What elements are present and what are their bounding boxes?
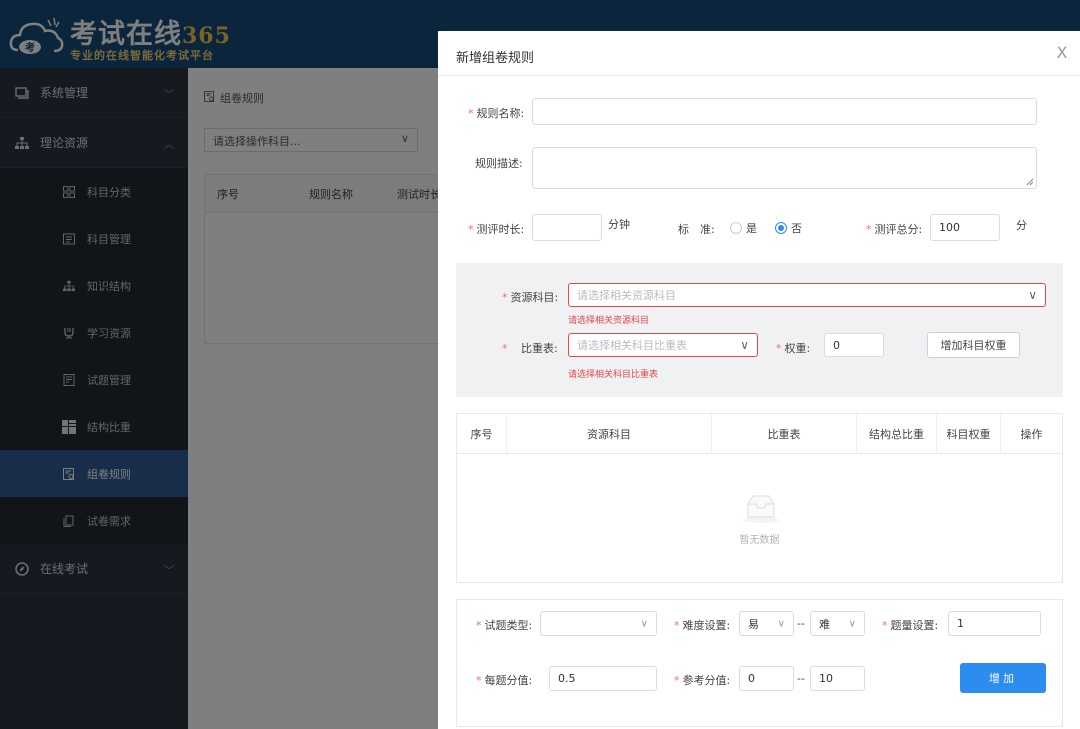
resource-error-msg: 请选择相关资源科目 <box>568 316 650 326</box>
ratio-error-msg: 请选择相关科目比重表 <box>568 370 659 380</box>
difficulty-to-select[interactable]: 难 ∨ <box>810 611 865 636</box>
score-each-label: * 每题分值: <box>476 674 533 687</box>
total-score-label: * 测评总分: <box>866 223 923 236</box>
standard-no-radio[interactable]: 否 <box>775 220 802 236</box>
qtype-label: * 试题类型: <box>476 619 533 632</box>
ref-score-separator: -- <box>797 672 805 685</box>
divider <box>438 75 1080 76</box>
col-header: 序号 <box>457 414 507 453</box>
resource-subject-label: * 资源科目: <box>502 291 559 304</box>
subject-weight-table: 序号 资源科目 比重表 结构总比重 科目权重 操作 暂无数据 <box>456 413 1063 583</box>
difficulty-label: * 难度设置: <box>674 619 731 632</box>
chevron-down-icon: ∨ <box>740 338 749 352</box>
rule-desc-label: 规则描述: <box>475 157 523 170</box>
chevron-down-icon: ∨ <box>640 618 648 629</box>
table-header: 序号 资源科目 比重表 结构总比重 科目权重 操作 <box>457 414 1062 454</box>
count-input[interactable]: 1 <box>948 611 1041 636</box>
difficulty-from-select[interactable]: 易 ∨ <box>739 611 794 636</box>
score-each-input[interactable]: 0.5 <box>549 666 657 691</box>
chevron-down-icon: ∨ <box>848 618 856 629</box>
ratio-label: * 比重表: <box>502 342 558 355</box>
col-header: 资源科目 <box>507 414 712 453</box>
duration-input[interactable] <box>532 214 602 241</box>
close-icon[interactable]: X <box>1052 43 1072 63</box>
chevron-down-icon: ∨ <box>1028 288 1037 302</box>
count-label: * 题量设置: <box>882 619 939 632</box>
qtype-select[interactable]: ∨ <box>540 611 657 636</box>
ref-score-to-input[interactable]: 10 <box>810 666 865 691</box>
col-header: 操作 <box>1020 427 1043 441</box>
rule-name-input[interactable] <box>532 98 1037 125</box>
add-button[interactable]: 增加 <box>960 663 1046 693</box>
total-score-unit: 分 <box>1016 219 1027 232</box>
standard-yes-radio[interactable]: 是 <box>730 220 757 236</box>
empty-state: 暂无数据 <box>457 454 1062 582</box>
col-header: 比重表 <box>712 414 857 453</box>
ref-score-label: * 参考分值: <box>674 674 731 687</box>
weight-label: * 权重: <box>776 342 811 355</box>
weight-input[interactable]: 0 <box>824 333 884 357</box>
rule-desc-textarea[interactable] <box>532 147 1037 189</box>
resize-handle-icon[interactable] <box>1026 178 1034 186</box>
dialog-title: 新增组卷规则 <box>456 51 535 66</box>
standard-label: 标 准: <box>678 223 715 236</box>
rule-name-label: * 规则名称: <box>468 107 525 120</box>
duration-label: * 测评时长: <box>468 223 525 236</box>
duration-unit: 分钟 <box>608 218 630 231</box>
add-rule-dialog: 新增组卷规则 X * 规则名称: 规则描述: * 测评时长: 分钟 标 准: 是 否… <box>438 31 1080 729</box>
empty-inbox-icon <box>743 495 779 523</box>
ref-score-from-input[interactable]: 0 <box>739 666 794 691</box>
ratio-select[interactable]: 请选择相关科目比重表 ∨ <box>568 333 758 357</box>
resource-subject-select[interactable]: 请选择相关资源科目 ∨ <box>568 283 1046 307</box>
difficulty-separator: -- <box>797 617 805 630</box>
col-header: 科目权重 <box>937 414 1001 453</box>
empty-text: 暂无数据 <box>739 535 780 546</box>
total-score-input[interactable]: 100 <box>930 214 1000 241</box>
chevron-down-icon: ∨ <box>777 618 785 629</box>
add-subject-weight-button[interactable]: 增加科目权重 <box>927 332 1020 358</box>
col-header: 结构总比重 <box>857 414 937 453</box>
